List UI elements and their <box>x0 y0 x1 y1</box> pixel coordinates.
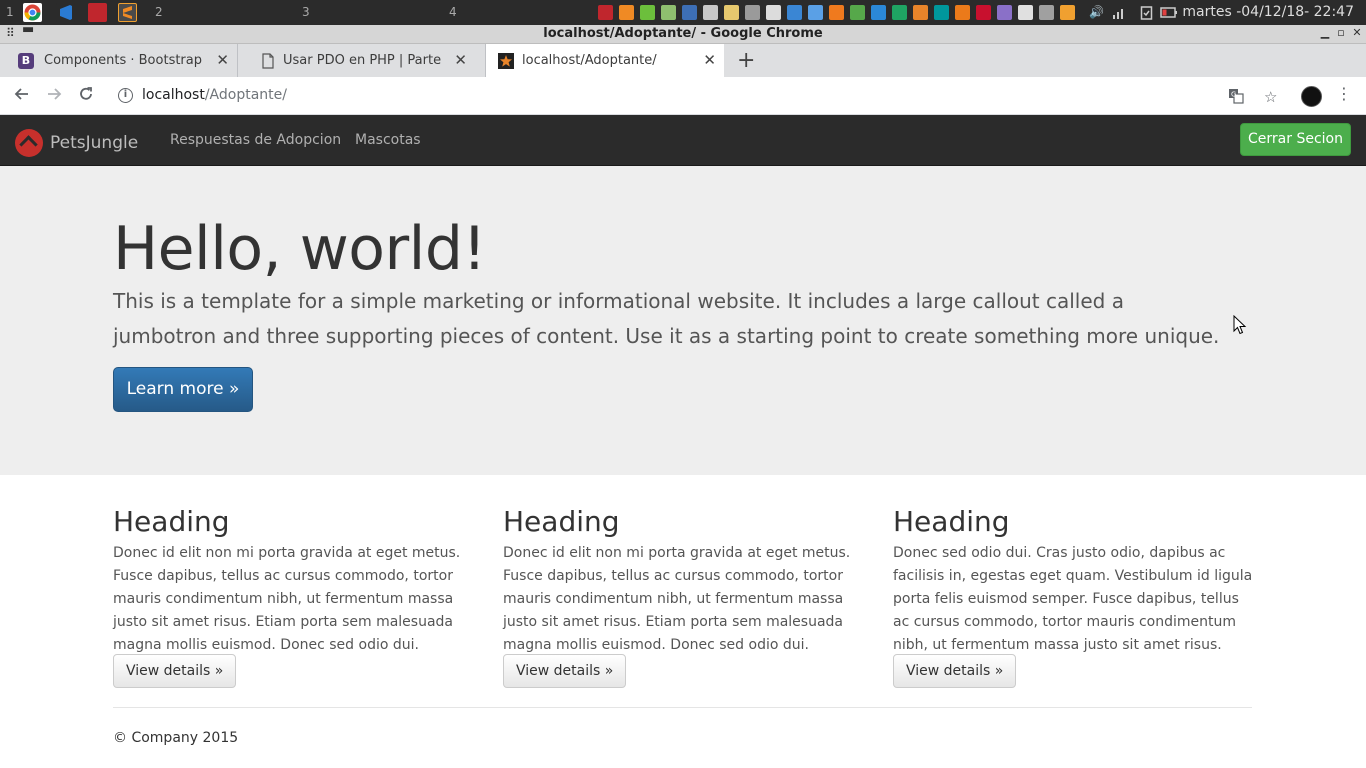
footer-divider <box>113 707 1252 708</box>
column-body: Donec id elit non mi porta gravida at eg… <box>113 545 461 653</box>
address-bar[interactable]: i localhost/Adoptante/ G ☆ <box>108 81 1292 111</box>
star-favicon-icon <box>498 53 514 69</box>
tab-title: Components · Bootstrap <box>44 53 202 68</box>
url-host: localhost <box>142 87 205 103</box>
tray-box-icon[interactable] <box>808 5 823 20</box>
workspace-1[interactable]: 1 <box>6 5 14 19</box>
brand-logo-icon[interactable] <box>15 129 43 157</box>
column-heading: Heading <box>113 505 230 538</box>
tray-drive-icon[interactable] <box>1018 5 1033 20</box>
more-menu-icon[interactable]: ⋮ <box>1336 84 1352 103</box>
jumbotron-text: This is a template for a simple marketin… <box>113 289 1220 348</box>
tray-word-icon[interactable] <box>871 5 886 20</box>
volume-icon[interactable]: 🔊 <box>1089 5 1104 20</box>
tray-files-icon[interactable] <box>724 5 739 20</box>
new-tab-plus-icon[interactable]: + <box>737 48 755 73</box>
translate-icon[interactable]: G <box>1228 88 1244 108</box>
tray-refresh-icon[interactable] <box>850 5 865 20</box>
tab-adoptante[interactable]: localhost/Adoptante/ ✕ <box>486 44 724 77</box>
os-taskbar: 1 2 3 4 🔊 martes -04/12/18- 22:47 <box>0 0 1366 25</box>
logout-button[interactable]: Cerrar Secion <box>1240 123 1351 156</box>
tab-close-icon[interactable]: ✕ <box>454 51 467 69</box>
tray-sheet-icon[interactable] <box>892 5 907 20</box>
forward-arrow-icon[interactable] <box>43 85 65 108</box>
column-heading: Heading <box>503 505 620 538</box>
view-details-button[interactable]: View details » <box>503 654 627 688</box>
tab-strip: B Components · Bootstrap ✕ Usar PDO en P… <box>0 44 1366 77</box>
tray-list-icon[interactable] <box>766 5 781 20</box>
view-details-button[interactable]: View details » <box>113 654 237 688</box>
jumbotron-title: Hello, world! <box>113 214 486 284</box>
chrome-app-icon[interactable] <box>23 3 42 22</box>
profile-avatar[interactable] <box>1301 86 1322 107</box>
signal-icon[interactable] <box>1112 5 1127 20</box>
tray-leaf-icon[interactable] <box>640 5 655 20</box>
tray-mail-icon[interactable] <box>976 5 991 20</box>
brand-name[interactable]: PetsJungle <box>50 133 138 153</box>
learn-more-button[interactable]: Learn more » <box>113 367 253 412</box>
tab-title: Usar PDO en PHP | Parte 2: I <box>283 53 443 68</box>
battery-icon[interactable] <box>1160 5 1177 20</box>
column-body: Donec sed odio dui. Cras justo odio, dap… <box>893 545 1253 653</box>
svg-text:G: G <box>1231 91 1236 99</box>
column-body: Donec id elit non mi porta gravida at eg… <box>503 545 851 653</box>
footer-copyright: © Company 2015 <box>113 730 239 746</box>
clipboard-icon[interactable] <box>1139 5 1154 20</box>
site-info-icon[interactable]: i <box>118 88 133 103</box>
tab-close-icon[interactable]: ✕ <box>703 51 716 69</box>
url-path: /Adoptante/ <box>204 87 287 103</box>
vscode-app-icon[interactable] <box>56 3 75 22</box>
maximize-icon[interactable]: ▫ <box>1334 26 1348 39</box>
content-column-3: Heading Donec sed odio dui. Cras justo o… <box>893 505 1258 688</box>
tray-calc-icon[interactable] <box>703 5 718 20</box>
tray-orange-icon[interactable] <box>829 5 844 20</box>
browser-toolbar: i localhost/Adoptante/ G ☆ ⋮ <box>0 77 1366 115</box>
url-text[interactable]: localhost/Adoptante/ <box>142 87 287 103</box>
site-navbar: PetsJungle Respuestas de Adopcion Mascot… <box>0 115 1366 166</box>
back-arrow-icon[interactable] <box>11 85 33 108</box>
tab-bootstrap[interactable]: B Components · Bootstrap ✕ <box>0 44 238 77</box>
tab-close-icon[interactable]: ✕ <box>216 51 229 69</box>
minimize-icon[interactable]: ▁ <box>1318 26 1332 39</box>
tray-grid-icon[interactable] <box>787 5 802 20</box>
workspace-4[interactable]: 4 <box>449 5 457 19</box>
tray-sublime-icon[interactable] <box>619 5 634 20</box>
document-favicon-icon <box>260 53 276 69</box>
content-column-2: Heading Donec id elit non mi porta gravi… <box>503 505 868 688</box>
tray-settings-icon[interactable] <box>745 5 760 20</box>
app-grid-icon[interactable] <box>88 3 107 22</box>
workspace-3[interactable]: 3 <box>302 5 310 19</box>
tab-title: localhost/Adoptante/ <box>522 53 657 68</box>
reload-icon[interactable] <box>75 85 97 108</box>
bootstrap-favicon-icon: B <box>18 53 34 69</box>
jumbotron: Hello, world! This is a template for a s… <box>0 166 1366 475</box>
window-title: localhost/Adoptante/ - Google Chrome <box>543 26 823 41</box>
tray-monitor-icon[interactable] <box>682 5 697 20</box>
tray-cam-icon[interactable] <box>1039 5 1054 20</box>
nav-link-mascotas[interactable]: Mascotas <box>355 132 421 148</box>
sublime-app-icon[interactable] <box>118 3 137 22</box>
bookmark-star-icon[interactable]: ☆ <box>1264 88 1277 106</box>
mouse-cursor-icon <box>1233 314 1247 339</box>
tray-blender-icon[interactable] <box>955 5 970 20</box>
tray-gear-icon[interactable] <box>1060 5 1075 20</box>
window-titlebar: ⠿ ▬ localhost/Adoptante/ - Google Chrome… <box>0 22 1366 44</box>
tab-pdo-php[interactable]: Usar PDO en PHP | Parte 2: I ✕ <box>248 44 486 77</box>
tray-arduino-icon[interactable] <box>934 5 949 20</box>
nav-link-respuestas[interactable]: Respuestas de Adopcion <box>170 132 341 148</box>
close-window-icon[interactable]: ✕ <box>1350 26 1364 39</box>
system-clock[interactable]: martes -04/12/18- 22:47 <box>1182 4 1354 20</box>
column-heading: Heading <box>893 505 1010 538</box>
tray-tool-icon[interactable] <box>661 5 676 20</box>
view-details-button[interactable]: View details » <box>893 654 1017 688</box>
tray-app-icon[interactable] <box>598 5 613 20</box>
content-column-1: Heading Donec id elit non mi porta gravi… <box>113 505 478 688</box>
tray-diamond-icon[interactable] <box>997 5 1012 20</box>
workspace-2[interactable]: 2 <box>155 5 163 19</box>
tray-present-icon[interactable] <box>913 5 928 20</box>
